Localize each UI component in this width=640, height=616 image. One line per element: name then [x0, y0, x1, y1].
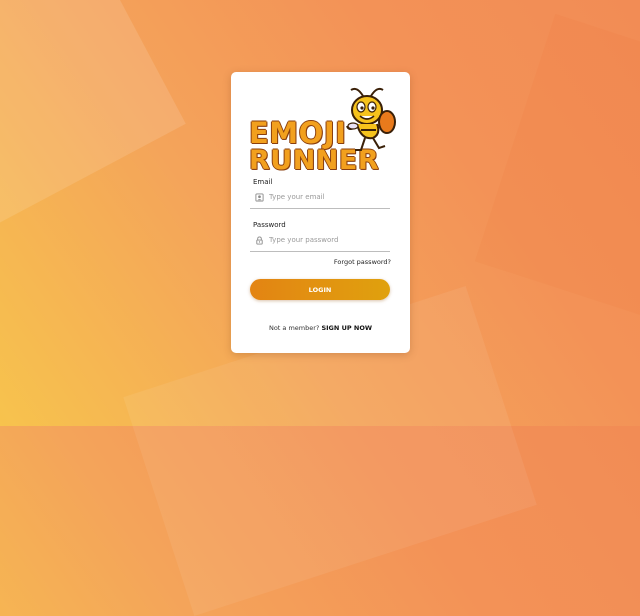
not-member-text: Not a member?	[268, 324, 320, 332]
email-input[interactable]	[269, 193, 387, 201]
app-logo: EMOJI RUNNER	[249, 82, 396, 176]
password-label: Password	[253, 221, 286, 229]
forgot-password-link[interactable]: Forgot password?	[334, 258, 391, 266]
background-shape	[474, 13, 640, 327]
email-field[interactable]	[250, 186, 390, 209]
background-shape	[0, 0, 186, 246]
password-input[interactable]	[269, 236, 387, 244]
password-field[interactable]	[250, 229, 390, 252]
login-button[interactable]: LOGIN	[250, 279, 390, 300]
lock-icon	[253, 234, 265, 246]
user-card-icon	[253, 191, 265, 203]
login-card: EMOJI RUNNER Email Type your email Passw…	[231, 72, 410, 353]
signup-row: Not a member? SIGN UP NOW	[231, 324, 410, 332]
email-label: Email	[253, 178, 273, 186]
signup-link[interactable]: SIGN UP NOW	[321, 324, 372, 332]
running-bee-mascot-icon	[346, 87, 396, 151]
